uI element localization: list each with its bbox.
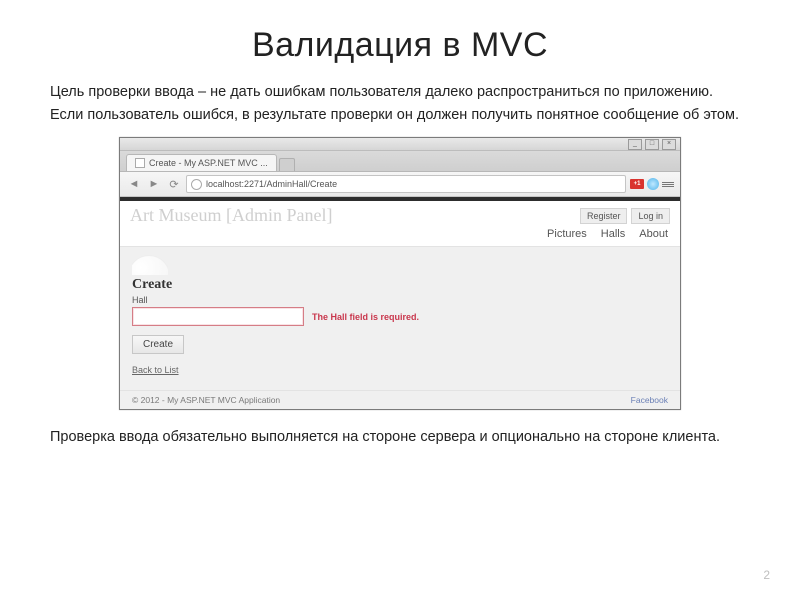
page-icon <box>135 158 145 168</box>
hall-input[interactable] <box>132 307 304 326</box>
site-brand: Art Museum [Admin Panel] <box>130 205 580 226</box>
outro-paragraph: Проверка ввода обязательно выполняется н… <box>50 428 750 447</box>
footer-copyright: © 2012 - My ASP.NET MVC Application <box>132 395 280 405</box>
nav-about[interactable]: About <box>639 228 668 240</box>
extension-skype-icon[interactable] <box>647 178 659 190</box>
footer-facebook-link[interactable]: Facebook <box>631 395 668 405</box>
back-button[interactable]: ◄ <box>126 176 142 192</box>
site-content: Art Museum [Admin Panel] Register Log in… <box>120 201 680 409</box>
back-to-list-link[interactable]: Back to List <box>132 365 179 375</box>
browser-toolbar: ◄ ► ⟳ localhost:2271/AdminHall/Create +1 <box>120 172 680 197</box>
window-titlebar: _ □ × <box>120 138 680 151</box>
forward-button[interactable]: ► <box>146 176 162 192</box>
site-nav: Pictures Halls About <box>120 228 680 246</box>
extension-badge[interactable]: +1 <box>630 179 644 189</box>
new-tab-button[interactable] <box>279 158 295 171</box>
window-close-button[interactable]: × <box>662 139 676 150</box>
page-number: 2 <box>763 568 770 582</box>
nav-halls[interactable]: Halls <box>601 228 625 240</box>
browser-window: _ □ × Create - My ASP.NET MVC ... ◄ ► ⟳ … <box>119 137 681 410</box>
login-button[interactable]: Log in <box>631 208 670 224</box>
menu-icon[interactable] <box>662 178 674 190</box>
address-bar[interactable]: localhost:2271/AdminHall/Create <box>186 175 626 193</box>
validation-error: The Hall field is required. <box>312 312 419 322</box>
create-button[interactable]: Create <box>132 335 184 354</box>
reload-button[interactable]: ⟳ <box>166 176 182 192</box>
window-minimize-button[interactable]: _ <box>628 139 642 150</box>
slide-title: Валидация в MVC <box>50 26 750 65</box>
tab-strip: Create - My ASP.NET MVC ... <box>120 151 680 172</box>
tab-title: Create - My ASP.NET MVC ... <box>149 158 268 168</box>
decorative-circle <box>132 255 168 275</box>
url-text: localhost:2271/AdminHall/Create <box>206 179 337 189</box>
globe-icon <box>191 179 202 190</box>
intro-paragraph-1: Цель проверки ввода – не дать ошибкам по… <box>50 83 750 102</box>
field-label-hall: Hall <box>132 295 668 305</box>
nav-pictures[interactable]: Pictures <box>547 228 587 240</box>
form-heading: Create <box>132 277 668 293</box>
browser-tab[interactable]: Create - My ASP.NET MVC ... <box>126 154 277 171</box>
intro-paragraph-2: Если пользователь ошибся, в результате п… <box>50 106 750 125</box>
window-maximize-button[interactable]: □ <box>645 139 659 150</box>
register-button[interactable]: Register <box>580 208 628 224</box>
